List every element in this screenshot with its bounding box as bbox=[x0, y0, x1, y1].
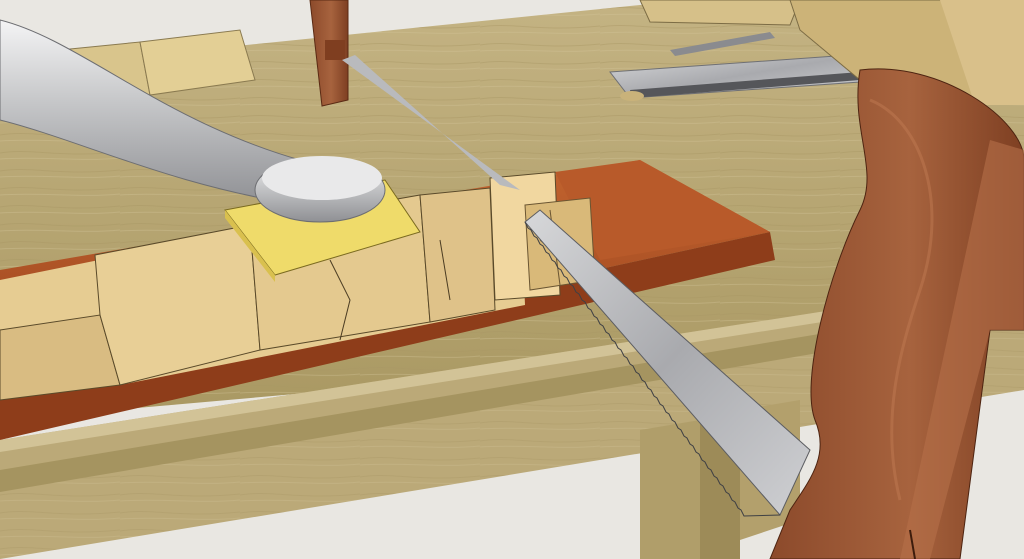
saw-hole bbox=[620, 91, 644, 101]
bench-leg bbox=[640, 420, 700, 559]
woodworking-scene bbox=[0, 0, 1024, 559]
scene-canvas bbox=[0, 0, 1024, 559]
plane-front bbox=[639, 0, 801, 26]
workpiece-end-left bbox=[0, 314, 121, 401]
workpiece-block-3 bbox=[419, 187, 496, 323]
saw-handle-top-detail bbox=[325, 40, 345, 60]
holdfast-foot-top bbox=[262, 156, 382, 200]
